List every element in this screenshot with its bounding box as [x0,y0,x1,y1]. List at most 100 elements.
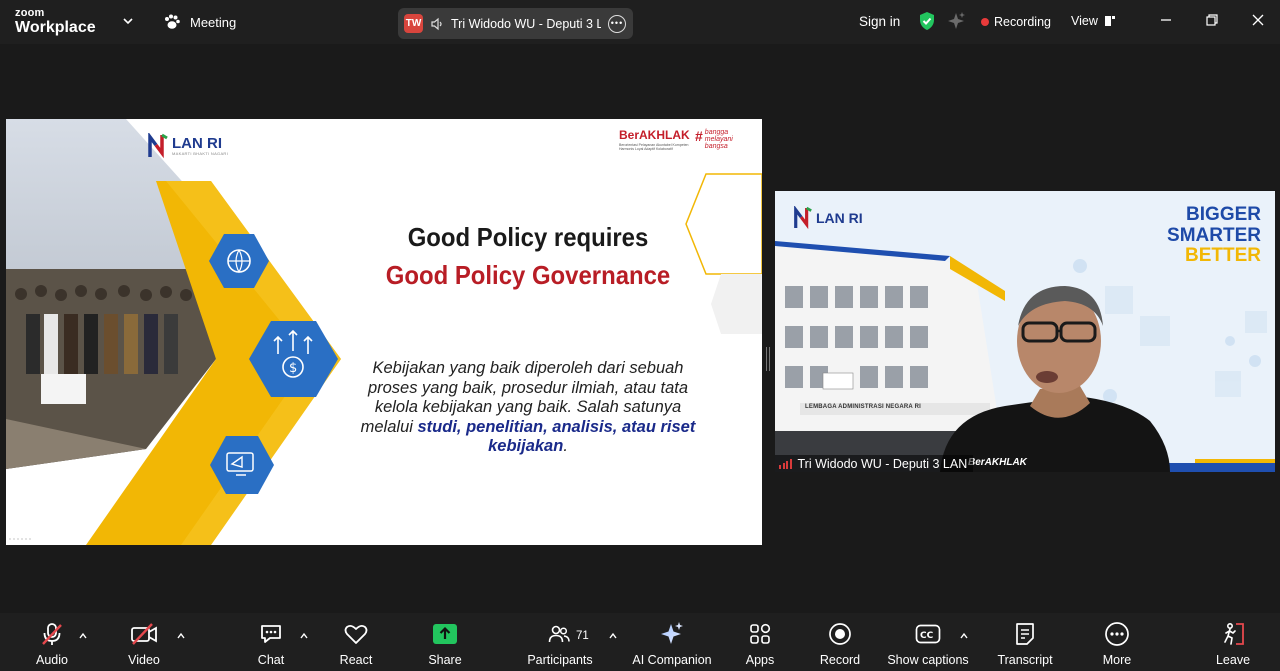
sign-in-link[interactable]: Sign in [859,14,900,29]
more-dots-icon [1105,622,1129,646]
close-icon[interactable] [1250,12,1266,28]
participant-video-tile[interactable]: LAN RI BIGGER SMARTER BETTER LEMBAGA ADM… [775,191,1275,472]
more-button[interactable]: More [1092,613,1142,671]
berakhlak-subtext: Berorientasi Pelayanan Akuntabel Kompete… [619,143,689,152]
participants-icon [548,625,570,643]
microphone-muted-icon [42,623,62,645]
record-label: Record [819,653,861,667]
view-layout-icon [1104,16,1115,26]
share-screen-icon [433,624,457,644]
captions-options-caret-icon[interactable] [959,631,969,641]
slide-title-line1: Good Policy requires [407,222,649,252]
react-button[interactable]: React [331,613,381,671]
show-captions-label: Show captions [887,653,969,667]
slide-body-end: . [563,437,568,455]
audio-label: Audio [36,653,68,667]
audio-button[interactable]: Audio [27,613,77,671]
view-button[interactable]: View [1071,14,1116,28]
video-bg-tagline: BIGGER SMARTER BETTER [1167,204,1261,267]
ai-sparkle-icon[interactable] [946,11,966,31]
participants-options-caret-icon[interactable] [608,631,618,641]
tag-better: BETTER [1185,245,1261,266]
svg-text:CC: CC [920,631,934,641]
slide-decoration: $ [9,173,762,545]
transcript-document-icon [1016,623,1034,645]
slide-title-line2: Good Policy Governance [385,260,671,290]
video-bg-logo: LAN RI [793,206,863,230]
video-options-caret-icon[interactable] [176,631,186,641]
leave-label: Leave [1215,653,1251,667]
chevron-down-icon[interactable] [121,14,135,28]
shared-screen-slide[interactable]: $ LAN RI MAKARTI BHAKTI NAGARI BerAKHLAK… [6,119,762,545]
apps-grid-icon [750,623,771,644]
zoom-workplace-logo: zoom Workplace [15,8,96,36]
share-button[interactable]: Share [420,613,470,671]
zoom-window: zoom Workplace Meeting TW Tri Widodo WU … [0,0,1280,671]
meeting-toolbar: Audio Video Chat React Share Participant… [0,613,1280,671]
participants-label: Participants [527,653,593,667]
react-label: React [339,653,373,667]
video-bg-logo-text: LAN RI [816,210,863,226]
berakhlak-text: BerAKHLAK [619,128,690,142]
heart-icon [344,624,368,644]
recording-indicator[interactable]: Recording [981,15,1051,29]
chat-button[interactable]: Chat [246,613,296,671]
leave-exit-icon [1224,622,1244,645]
chat-options-caret-icon[interactable] [299,631,309,641]
record-button[interactable]: Record [815,613,865,671]
transcript-button[interactable]: Transcript [993,613,1057,671]
audio-options-caret-icon[interactable] [78,631,88,641]
building-sign: LEMBAGA ADMINISTRASI NEGARA RI [805,404,921,410]
leave-button[interactable]: Leave [1208,613,1258,671]
active-speaker-pill[interactable]: TW Tri Widodo WU - Deputi 3 L... ••• [398,8,633,39]
signal-bars-icon [779,458,792,469]
restore-icon[interactable] [1204,12,1220,28]
apps-button[interactable]: Apps [735,613,785,671]
tag-smarter: SMARTER [1167,224,1261,246]
speaker-name: Tri Widodo WU - Deputi 3 L... [451,16,601,31]
participant-name: Tri Widodo WU - Deputi 3 LAN [797,456,968,471]
record-icon [829,623,851,645]
tag-bigger: BIGGER [1186,204,1261,225]
meeting-info-button[interactable]: Meeting [163,13,236,31]
brand-bottom: Workplace [15,19,96,36]
recording-label: Recording [994,15,1051,29]
participants-count: 71 [576,630,589,642]
transcript-label: Transcript [997,653,1053,667]
split-drag-handle[interactable] [766,347,770,371]
show-captions-button[interactable]: CC Show captions [886,613,970,671]
meeting-label: Meeting [190,14,237,30]
ai-companion-button[interactable]: AI Companion [628,613,716,671]
shirt-logo-text: BerAKHLAK [968,457,1027,468]
slide-body-text: Kebijakan yang baik diperoleh dari sebua… [351,359,705,457]
bangga-text: bangga melayani bangsa [704,129,733,150]
lan-logo-mark-icon [148,133,168,159]
speaker-volume-icon [431,17,442,30]
view-label: View [1071,14,1098,28]
recording-dot-icon [981,18,989,26]
slide-body-highlight: studi, penelitian, analisis, atau riset … [417,417,696,456]
participants-button[interactable]: Participants [524,613,596,671]
camera-off-icon [131,623,157,645]
speaker-avatar: TW [404,14,423,33]
more-options-icon[interactable]: ••• [608,14,626,33]
hashtag-icon: # [695,128,703,144]
lan-logo-subtext: MAKARTI BHAKTI NAGARI [172,151,229,156]
apps-label: Apps [745,653,775,667]
lan-logo-mark-icon [794,206,812,230]
paw-icon [165,14,180,29]
berakhlak-logo: BerAKHLAK Berorientasi Pelayanan Akuntab… [619,129,743,151]
ai-companion-label: AI Companion [632,653,712,667]
more-label: More [1102,653,1132,667]
video-button[interactable]: Video [119,613,169,671]
svg-text:$: $ [289,361,297,376]
share-label: Share [428,653,462,667]
closed-captions-icon: CC [915,624,941,644]
shield-check-icon[interactable] [918,11,936,31]
chat-bubble-icon [261,625,281,643]
lan-logo-text: LAN RI [172,135,222,152]
participant-name-tag: Tri Widodo WU - Deputi 3 LAN [775,455,974,472]
chat-label: Chat [257,653,285,667]
minimize-icon[interactable] [1158,12,1174,28]
title-bar: zoom Workplace Meeting TW Tri Widodo WU … [0,0,1280,44]
